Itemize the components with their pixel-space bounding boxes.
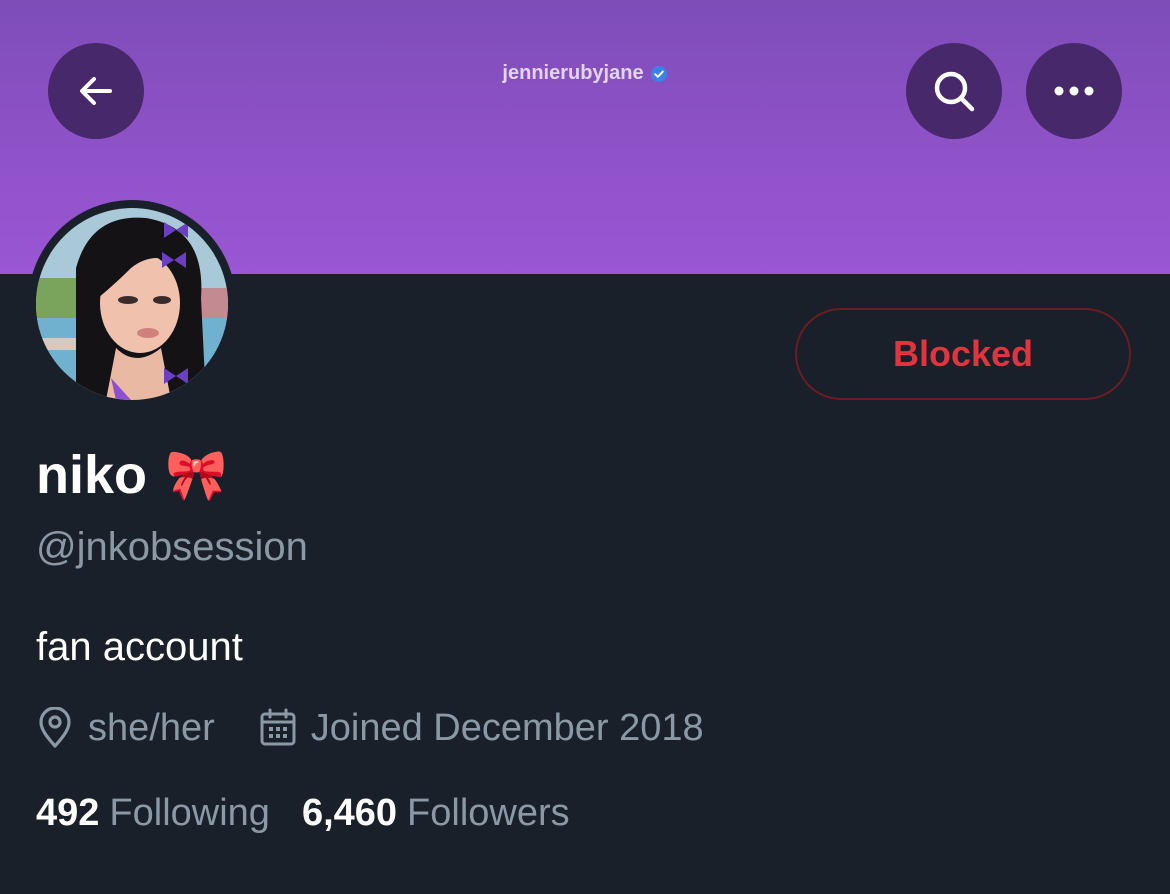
location-pin-icon xyxy=(39,707,71,748)
more-options-button[interactable] xyxy=(1026,43,1122,139)
ribbon-emoji: 🎀 xyxy=(165,447,228,503)
back-button[interactable] xyxy=(48,43,144,139)
avatar-container[interactable] xyxy=(28,200,236,408)
profile-meta: she/her Joined December 2018 xyxy=(36,703,704,753)
location-item: she/her xyxy=(36,703,215,753)
joined-text: Joined December 2018 xyxy=(310,707,704,749)
followers-label: Followers xyxy=(407,792,570,834)
profile-bio: fan account xyxy=(36,625,243,669)
calendar-icon xyxy=(260,708,296,746)
display-name: niko 🎀 xyxy=(36,440,227,510)
profile-page: jennierubyjane Blocked niko 🎀 @jnkobsess… xyxy=(0,0,1170,894)
verified-badge-icon xyxy=(650,65,667,82)
search-button[interactable] xyxy=(906,43,1002,139)
location-text: she/her xyxy=(88,707,215,749)
more-horizontal-icon xyxy=(1054,86,1094,96)
followers-count: 6,460 xyxy=(301,792,398,834)
avatar-image xyxy=(36,208,228,400)
following-count: 492 xyxy=(36,792,100,834)
display-name-text: niko xyxy=(36,445,148,505)
avatar xyxy=(36,208,228,400)
search-icon xyxy=(934,71,975,112)
user-handle: @jnkobsession xyxy=(36,525,308,569)
joined-item: Joined December 2018 xyxy=(259,703,704,753)
header-username: jennierubyjane xyxy=(502,62,644,84)
following-label: Following xyxy=(109,792,270,834)
followers-link[interactable]: 6,460 Followers xyxy=(302,788,570,838)
following-link[interactable]: 492 Following xyxy=(36,788,270,838)
blocked-button[interactable]: Blocked xyxy=(795,308,1131,400)
follow-stats: 492 Following 6,460 Followers xyxy=(36,788,570,838)
